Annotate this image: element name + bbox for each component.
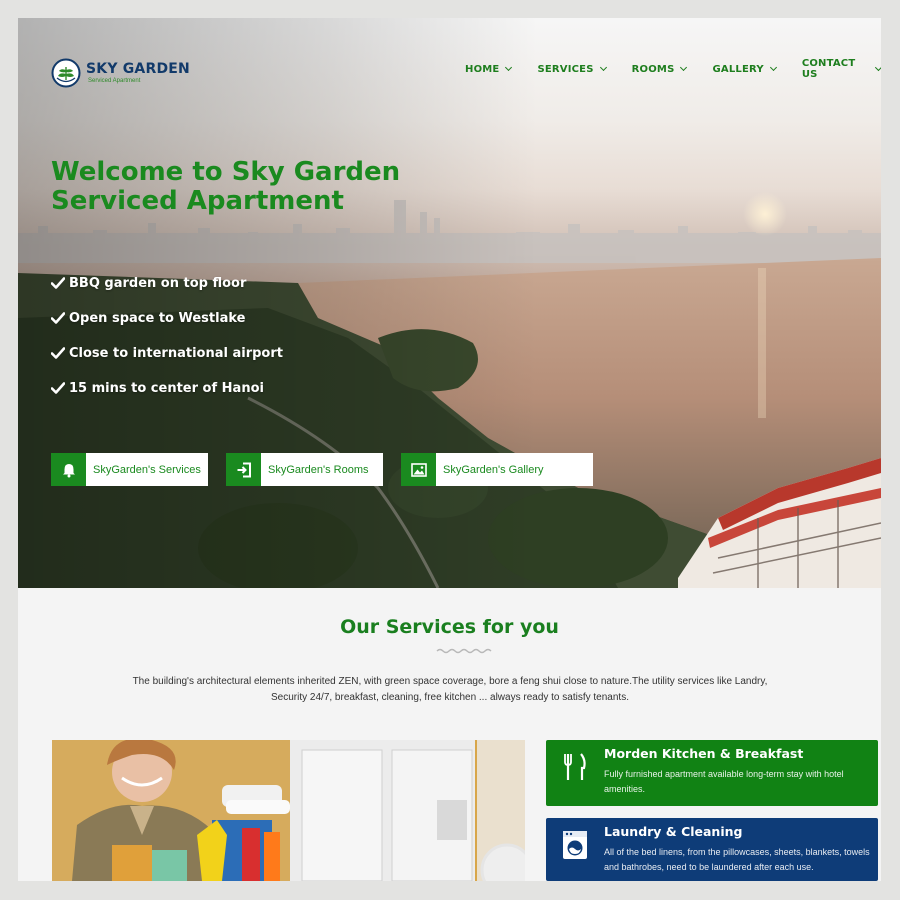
nav-home-label: HOME — [465, 63, 500, 75]
services-heading: Our Services for you — [340, 616, 559, 638]
bell-icon — [62, 463, 75, 477]
gallery-button-label: SkyGarden's Gallery — [436, 453, 593, 486]
brand-logo[interactable]: SKY GARDEN Serviced Apartment — [51, 58, 190, 88]
nav-gallery[interactable]: GALLERY — [712, 58, 777, 80]
services-button-label: SkyGarden's Services — [86, 453, 208, 486]
feature-list: BBQ garden on top floor Open space to We… — [51, 273, 283, 413]
nav-services-label: SERVICES — [537, 63, 594, 75]
kitchen-service-card[interactable]: Morden Kitchen & Breakfast Fully furnish… — [546, 740, 878, 806]
cta-icon-box — [51, 453, 86, 486]
feature-item: BBQ garden on top floor — [51, 273, 283, 293]
washing-machine-icon — [563, 831, 587, 859]
laundry-photo-image — [52, 740, 525, 881]
feature-text: 15 mins to center of Hanoi — [69, 380, 264, 396]
hero-title: Welcome to Sky Garden Serviced Apartment — [51, 158, 471, 216]
feature-text: Open space to Westlake — [69, 310, 246, 326]
rooms-button-label: SkyGarden's Rooms — [261, 453, 383, 486]
gallery-button[interactable]: SkyGarden's Gallery — [401, 453, 593, 486]
rooms-button[interactable]: SkyGarden's Rooms — [226, 453, 383, 486]
nav-services[interactable]: SERVICES — [537, 58, 607, 80]
picture-icon — [410, 462, 427, 477]
main-nav: HOME SERVICES ROOMS GALLERY CONTACT US — [465, 58, 881, 80]
fork-knife-icon — [564, 753, 586, 780]
laundry-card-text: All of the bed linens, from the pillowca… — [604, 847, 870, 872]
laundry-service-card[interactable]: Laundry & Cleaning All of the bed linens… — [546, 818, 878, 881]
feature-item: Open space to Westlake — [51, 308, 283, 328]
hero-title-line2: Serviced Apartment — [51, 186, 344, 216]
check-icon — [51, 312, 65, 324]
cta-icon-box — [401, 453, 436, 486]
door-enter-icon — [237, 462, 251, 477]
nav-home[interactable]: HOME — [465, 58, 513, 80]
leaf-logo-icon — [51, 58, 81, 88]
chevron-down-icon — [599, 63, 607, 72]
cta-icon-box — [226, 453, 261, 486]
nav-rooms-label: ROOMS — [631, 63, 675, 75]
kitchen-card-title: Morden Kitchen & Breakfast — [604, 746, 804, 761]
brand-name: SKY GARDEN — [86, 60, 190, 77]
check-icon — [51, 347, 65, 359]
feature-item: Close to international airport — [51, 343, 283, 363]
chevron-down-icon — [769, 63, 777, 72]
chevron-down-icon — [875, 64, 881, 71]
page: SKY GARDEN Serviced Apartment HOME SERVI… — [18, 18, 881, 881]
services-description: The building's architectural elements in… — [132, 676, 768, 703]
nav-rooms[interactable]: ROOMS — [631, 58, 688, 80]
laundry-photo — [52, 740, 525, 881]
nav-contact-us[interactable]: CONTACT US — [802, 58, 881, 80]
nav-contact-label: CONTACT US — [801, 58, 856, 80]
chevron-down-icon — [680, 63, 688, 72]
chevron-down-icon — [505, 63, 513, 72]
feature-item: 15 mins to center of Hanoi — [51, 378, 283, 398]
logo-text: SKY GARDEN Serviced Apartment — [86, 60, 190, 85]
brand-tagline: Serviced Apartment — [88, 77, 141, 84]
feature-text: Close to international airport — [69, 345, 283, 361]
check-icon — [51, 382, 65, 394]
laundry-card-title: Laundry & Cleaning — [604, 824, 743, 839]
nav-gallery-label: GALLERY — [712, 63, 764, 75]
feature-text: BBQ garden on top floor — [69, 275, 247, 291]
kitchen-card-text: Fully furnished apartment available long… — [604, 769, 844, 794]
check-icon — [51, 277, 65, 289]
hero-buttons: SkyGarden's Services SkyGarden's Rooms S… — [51, 453, 611, 486]
wave-divider — [436, 648, 492, 654]
hero-section: SKY GARDEN Serviced Apartment HOME SERVI… — [18, 18, 881, 588]
hero-title-line1: Welcome to Sky Garden — [51, 157, 401, 187]
services-button[interactable]: SkyGarden's Services — [51, 453, 208, 486]
